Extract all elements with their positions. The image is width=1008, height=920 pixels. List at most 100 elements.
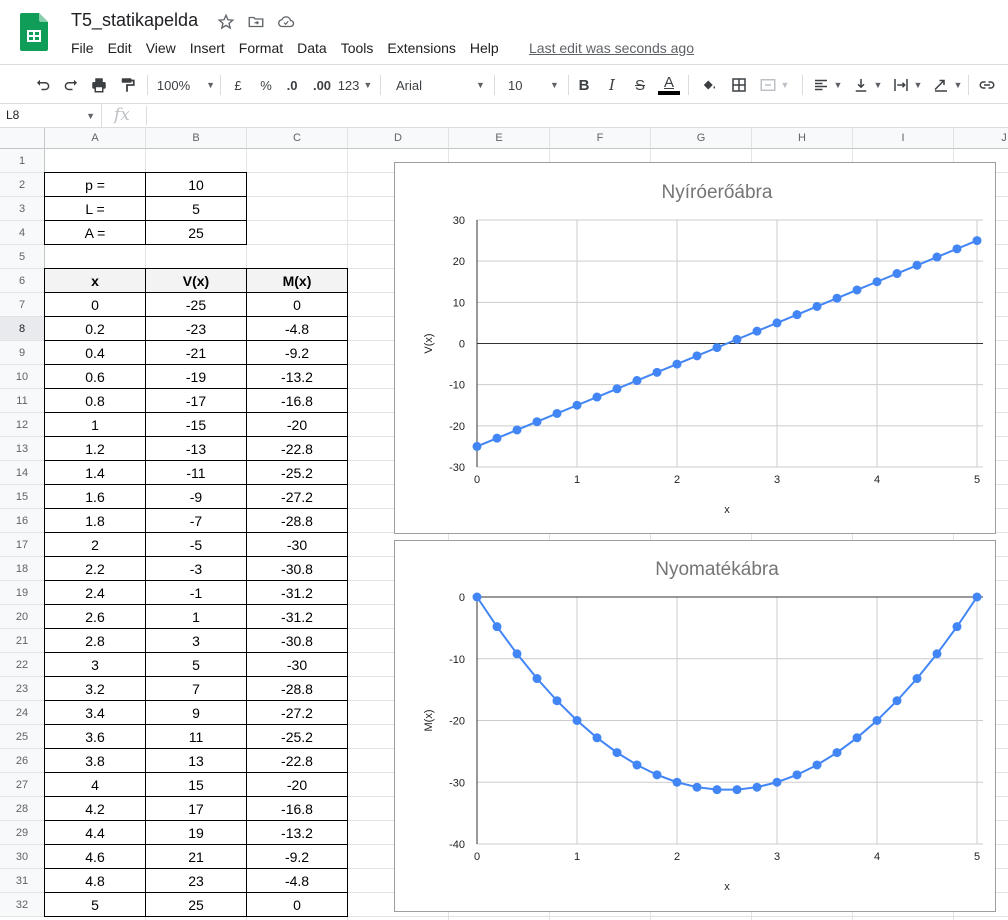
last-edit-link[interactable]: Last edit was seconds ago [529, 40, 694, 56]
row-header-15[interactable]: 15 [0, 485, 45, 509]
data-point[interactable] [852, 285, 862, 295]
insert-link-icon[interactable] [976, 73, 998, 97]
merge-cells-icon[interactable]: ▼ [756, 73, 792, 97]
menu-extensions[interactable]: Extensions [380, 38, 462, 58]
table-cell[interactable]: 3.4 [44, 700, 146, 725]
data-point[interactable] [512, 425, 522, 435]
table-cell[interactable]: -9.2 [246, 340, 348, 365]
row-header-6[interactable]: 6 [0, 269, 45, 293]
format-currency-button[interactable]: £ [228, 73, 248, 97]
table-cell[interactable]: 19 [145, 820, 247, 845]
row-header-22[interactable]: 22 [0, 653, 45, 677]
table-cell[interactable]: -19 [145, 364, 247, 389]
row-header-4[interactable]: 4 [0, 221, 45, 245]
row-header-30[interactable]: 30 [0, 845, 45, 869]
table-cell[interactable]: -22.8 [246, 748, 348, 773]
text-color-icon[interactable]: A [658, 73, 680, 97]
table-cell[interactable]: -17 [145, 388, 247, 413]
table-cell[interactable]: 0.2 [44, 316, 146, 341]
table-cell[interactable]: 1.8 [44, 508, 146, 533]
table-cell[interactable]: -11 [145, 460, 247, 485]
row-header-27[interactable]: 27 [0, 773, 45, 797]
table-cell[interactable]: -27.2 [246, 700, 348, 725]
table-cell[interactable]: -30.8 [246, 628, 348, 653]
row-header-29[interactable]: 29 [0, 821, 45, 845]
param-value-cell[interactable]: 10 [145, 172, 247, 197]
row-header-12[interactable]: 12 [0, 413, 45, 437]
row-header-7[interactable]: 7 [0, 293, 45, 317]
table-cell[interactable]: 0 [44, 292, 146, 317]
table-cell[interactable]: 23 [145, 868, 247, 893]
data-point[interactable] [472, 592, 482, 602]
row-header-9[interactable]: 9 [0, 341, 45, 365]
row-header-28[interactable]: 28 [0, 797, 45, 821]
column-header-f[interactable]: F [550, 128, 651, 149]
table-cell[interactable]: 2.2 [44, 556, 146, 581]
param-label-cell[interactable]: A = [44, 220, 146, 245]
table-cell[interactable]: -4.8 [246, 316, 348, 341]
table-cell[interactable]: -28.8 [246, 508, 348, 533]
data-point[interactable] [592, 733, 602, 743]
menu-format[interactable]: Format [232, 38, 290, 58]
valign-bottom-icon[interactable]: ▼ [850, 73, 884, 97]
table-cell[interactable]: -30 [246, 652, 348, 677]
data-point[interactable] [792, 310, 802, 320]
select-all-corner[interactable] [0, 128, 45, 149]
data-point[interactable] [872, 716, 882, 725]
table-cell[interactable]: 3.8 [44, 748, 146, 773]
data-point[interactable] [832, 748, 842, 758]
data-point[interactable] [632, 760, 642, 770]
row-header-23[interactable]: 23 [0, 677, 45, 701]
data-point[interactable] [572, 400, 582, 410]
table-cell[interactable]: -25.2 [246, 460, 348, 485]
data-point[interactable] [612, 384, 622, 394]
data-point[interactable] [892, 696, 902, 706]
data-point[interactable] [712, 343, 722, 353]
data-point[interactable] [652, 367, 662, 377]
column-header-a[interactable]: A [45, 128, 146, 149]
table-cell[interactable]: 7 [145, 676, 247, 701]
table-cell[interactable]: -9 [145, 484, 247, 509]
increase-decimal-button[interactable]: .00 [310, 73, 334, 97]
table-cell[interactable]: 3.2 [44, 676, 146, 701]
column-header-i[interactable]: I [853, 128, 954, 149]
move-folder-icon[interactable] [246, 12, 266, 32]
table-cell[interactable]: -20 [246, 772, 348, 797]
param-label-cell[interactable]: p = [44, 172, 146, 197]
name-box[interactable]: L8 ▼ [0, 104, 102, 127]
table-cell[interactable]: -16.8 [246, 796, 348, 821]
shear-force-chart[interactable]: Nyíróerőábra 0 1 2 3 4 5 -30 -20 -10 0 10 20 30 x V(x) [394, 162, 996, 534]
table-cell[interactable]: -9.2 [246, 844, 348, 869]
data-point[interactable] [832, 293, 842, 303]
bold-icon[interactable]: B [574, 73, 594, 97]
table-cell[interactable]: -1 [145, 580, 247, 605]
data-point[interactable] [732, 785, 742, 795]
table-cell[interactable]: 11 [145, 724, 247, 749]
table-cell[interactable]: 5 [44, 892, 146, 917]
table-cell[interactable]: 5 [145, 652, 247, 677]
font-family-select[interactable]: Arial ▼ [390, 73, 486, 97]
data-point[interactable] [492, 433, 502, 443]
print-icon[interactable] [88, 73, 110, 97]
table-cell[interactable]: 1.6 [44, 484, 146, 509]
table-cell[interactable]: 2.6 [44, 604, 146, 629]
table-cell[interactable]: 0.6 [44, 364, 146, 389]
table-cell[interactable]: 2 [44, 532, 146, 557]
font-size-select[interactable]: 10 ▼ [504, 73, 562, 97]
sheets-logo-icon[interactable] [20, 13, 48, 51]
table-cell[interactable]: 9 [145, 700, 247, 725]
table-cell[interactable]: -4.8 [246, 868, 348, 893]
row-header-16[interactable]: 16 [0, 509, 45, 533]
table-cell[interactable]: -25 [145, 292, 247, 317]
data-point[interactable] [672, 777, 682, 787]
data-point[interactable] [552, 408, 562, 418]
data-point[interactable] [752, 782, 762, 792]
borders-icon[interactable] [728, 73, 750, 97]
cloud-saved-icon[interactable] [276, 12, 296, 32]
data-point[interactable] [732, 334, 742, 344]
table-cell[interactable]: -13.2 [246, 364, 348, 389]
table-cell[interactable]: -27.2 [246, 484, 348, 509]
data-point[interactable] [872, 277, 882, 287]
table-header-cell[interactable]: x [44, 268, 146, 293]
row-header-13[interactable]: 13 [0, 437, 45, 461]
